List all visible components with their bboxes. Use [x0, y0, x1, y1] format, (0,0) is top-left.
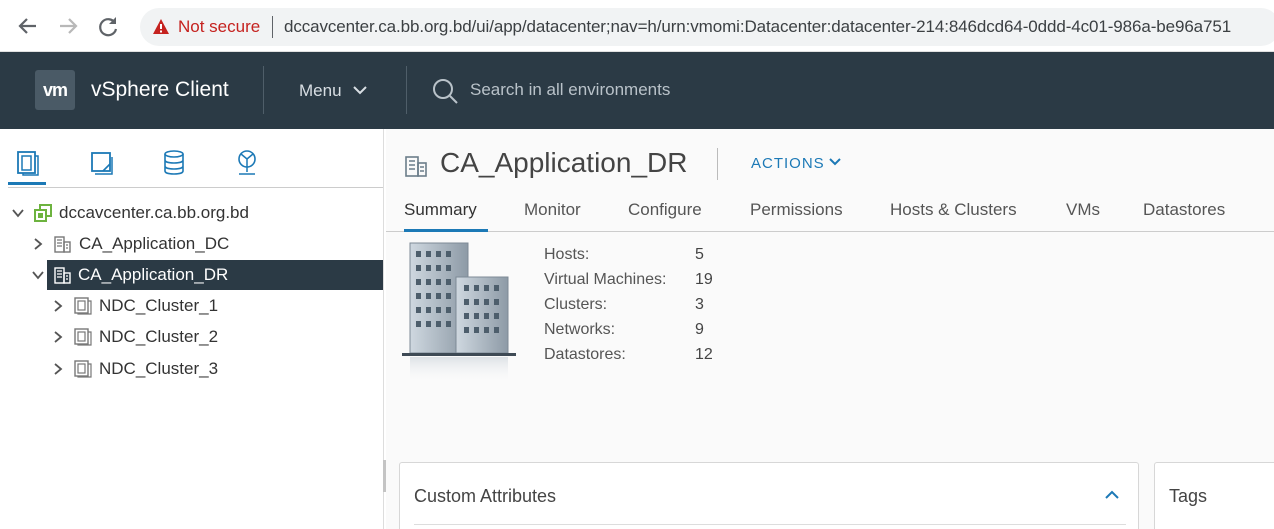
reload-icon: [99, 17, 118, 37]
tags-card: Tags: [1154, 462, 1274, 529]
stat-label: Virtual Machines:: [544, 271, 667, 288]
tree-item-datacenter[interactable]: CA_Application_DC: [0, 229, 383, 259]
hosts-clusters-icon: [17, 151, 39, 176]
tree-item-cluster[interactable]: NDC_Cluster_3: [0, 354, 383, 384]
stat-value: 12: [695, 346, 713, 363]
back-button[interactable]: [14, 12, 42, 40]
tree-item-vcenter[interactable]: dccavcenter.ca.bb.org.bd: [0, 198, 383, 228]
stat-label: Clusters:: [544, 296, 608, 313]
datacenter-illustration: [402, 242, 516, 383]
chevron-down-icon[interactable]: [352, 82, 368, 98]
chevron-down-icon[interactable]: [10, 205, 26, 221]
stat-label: Hosts:: [544, 246, 590, 263]
address-divider: [272, 16, 273, 38]
security-status[interactable]: Not secure: [178, 17, 260, 37]
chevron-right-icon[interactable]: [50, 298, 66, 314]
tab-storage[interactable]: [155, 145, 193, 185]
card-divider: [414, 524, 1126, 525]
tab-configure[interactable]: Configure: [628, 200, 702, 232]
tab-hosts-clusters[interactable]: Hosts & Clusters: [890, 200, 1017, 232]
tab-permissions[interactable]: Permissions: [750, 200, 843, 232]
tab-hosts-clusters[interactable]: [8, 145, 46, 185]
chevron-right-icon[interactable]: [30, 236, 46, 252]
header-divider: [406, 66, 407, 114]
global-search-input[interactable]: Search in all environments: [470, 80, 670, 100]
address-bar[interactable]: Not secure dccavcenter.ca.bb.org.bd/ui/a…: [140, 8, 1274, 46]
object-tabs: Summary Monitor Configure Permissions Ho…: [386, 200, 1274, 232]
forward-button[interactable]: [54, 12, 82, 40]
header-divider: [263, 66, 264, 114]
tab-vms[interactable]: VMs: [1066, 200, 1100, 232]
stat-value: 3: [695, 296, 704, 313]
title-divider: [717, 148, 718, 180]
vmware-logo[interactable]: vm: [35, 70, 75, 110]
stat-value: 9: [695, 321, 704, 338]
tab-datastores[interactable]: Datastores: [1143, 200, 1225, 232]
chevron-up-icon[interactable]: [1103, 486, 1121, 504]
navigator-divider: [8, 187, 383, 188]
card-title: Custom Attributes: [414, 486, 557, 506]
object-title: CA_Application_DR: [440, 147, 688, 178]
tree-item-cluster[interactable]: NDC_Cluster_1: [0, 291, 383, 321]
actions-button[interactable]: ACTIONS: [751, 155, 825, 172]
stat-value: 19: [695, 271, 713, 288]
datacenter-icon: [54, 267, 71, 284]
tree-item-label: CA_Application_DC: [79, 234, 230, 253]
chevron-right-icon[interactable]: [50, 361, 66, 377]
main-content: CA_Application_DR ACTIONS Summary Monito…: [386, 129, 1274, 529]
menu-button[interactable]: Menu: [299, 81, 342, 101]
back-arrow-icon: [18, 18, 36, 34]
reload-button[interactable]: [94, 12, 122, 40]
tab-monitor[interactable]: Monitor: [524, 200, 581, 232]
forward-arrow-icon: [60, 18, 78, 34]
vms-templates-icon: [91, 152, 113, 175]
chevron-down-icon[interactable]: [30, 267, 46, 283]
tree-item-label: NDC_Cluster_1: [99, 296, 219, 315]
storage-icon: [164, 150, 184, 175]
tab-networking[interactable]: [228, 145, 266, 185]
tree-item-datacenter-selected[interactable]: CA_Application_DR: [32, 260, 383, 290]
navigator-panel: dccavcenter.ca.bb.org.bd CA_Application_…: [0, 129, 384, 529]
stat-label: Networks:: [544, 321, 616, 338]
tree-item-label: NDC_Cluster_2: [99, 327, 219, 346]
tab-summary[interactable]: Summary: [404, 200, 488, 232]
tree-item-cluster[interactable]: NDC_Cluster_2: [0, 322, 383, 352]
tree-item-label: CA_Application_DR: [78, 265, 229, 284]
tab-vms-templates[interactable]: [82, 145, 120, 185]
cluster-icon: [74, 360, 92, 378]
search-icon[interactable]: [431, 77, 459, 105]
vcenter-icon: [34, 204, 52, 222]
stat-value: 5: [695, 246, 704, 263]
cluster-icon: [74, 328, 92, 346]
chevron-down-icon[interactable]: [828, 155, 842, 169]
warning-icon[interactable]: [152, 18, 170, 36]
networking-icon: [238, 150, 256, 175]
tree-item-label: NDC_Cluster_3: [99, 359, 219, 378]
browser-toolbar: Not secure dccavcenter.ca.bb.org.bd/ui/a…: [0, 0, 1274, 52]
datacenter-icon: [54, 236, 71, 253]
chevron-right-icon[interactable]: [50, 329, 66, 345]
url-text[interactable]: dccavcenter.ca.bb.org.bd/ui/app/datacent…: [284, 17, 1231, 37]
card-title: Tags: [1169, 486, 1208, 506]
datacenter-icon: [405, 156, 427, 177]
stat-label: Datastores:: [544, 346, 626, 363]
cluster-icon: [74, 297, 92, 315]
tree-item-label: dccavcenter.ca.bb.org.bd: [59, 203, 249, 222]
app-header: vm vSphere Client Menu Search in all env…: [0, 52, 1274, 129]
app-title[interactable]: vSphere Client: [91, 78, 229, 102]
custom-attributes-card: Custom Attributes: [399, 462, 1139, 529]
